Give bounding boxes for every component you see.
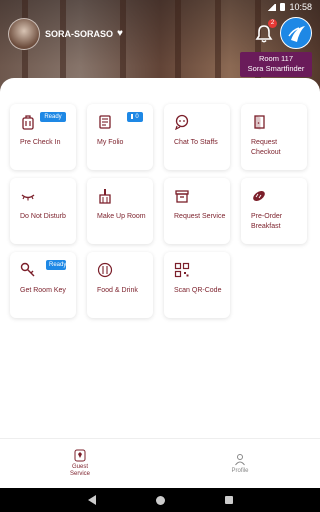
tile-request-checkout[interactable]: Request Checkout — [241, 104, 307, 170]
signal-icon — [267, 3, 277, 11]
tile-pre-check-in[interactable]: Ready Pre Check In — [10, 104, 76, 170]
broom-icon — [99, 189, 111, 204]
closed-eye-icon — [21, 194, 35, 201]
tile-label: Pre Check In — [20, 139, 61, 146]
tile-chat-to-staffs[interactable]: Chat To Staffs — [164, 104, 230, 170]
bread-icon — [253, 191, 265, 201]
bottom-nav: Guest Service Profile — [0, 438, 320, 488]
qr-icon — [174, 262, 190, 278]
hotel-name-row[interactable]: SORA-SORASO ♥ — [45, 28, 123, 39]
service-box-icon — [175, 190, 189, 203]
tile-label: Request Service — [174, 213, 226, 220]
tile-label: Do Not Disturb — [20, 213, 66, 220]
tile-scan-qr-code[interactable]: Scan QR-Code — [164, 252, 230, 318]
door-icon — [254, 115, 265, 130]
folio-count-badge: 0 — [127, 112, 143, 122]
tile-label: Scan QR-Code — [174, 287, 222, 294]
tile-label: My Folio — [97, 139, 124, 146]
nav-label: Guest Service — [69, 464, 90, 477]
clock: 10:58 — [289, 2, 312, 12]
hotel-name: SORA-SORASO — [45, 28, 114, 39]
brand-logo[interactable] — [280, 17, 312, 49]
ready-badge: Ready — [40, 112, 66, 122]
notification-badge: 2 — [268, 19, 277, 28]
cutlery-icon — [97, 262, 113, 278]
heart-icon[interactable]: ♥ — [117, 28, 123, 39]
tile-food-drink[interactable]: Food & Drink — [87, 252, 153, 318]
battery-icon — [280, 3, 286, 11]
nav-label: Profile — [231, 467, 249, 474]
tile-label: Make Up Room — [97, 213, 146, 220]
card-icon — [131, 113, 134, 119]
key-icon — [20, 262, 35, 277]
nav-guest-service[interactable]: Guest Service — [0, 439, 160, 488]
tile-my-folio[interactable]: 0 My Folio — [87, 104, 153, 170]
tile-pre-order-breakfast[interactable]: Pre-Order Breakfast — [241, 178, 307, 244]
folio-count: 0 — [135, 114, 139, 120]
home-icon[interactable] — [155, 495, 165, 505]
tile-make-up-room[interactable]: Make Up Room — [87, 178, 153, 244]
status-bar: 10:58 — [0, 0, 320, 14]
chat-icon — [175, 114, 189, 130]
tile-label: Get Room Key — [20, 287, 66, 294]
ready-badge: Ready — [46, 260, 66, 270]
guest-service-icon — [74, 449, 86, 462]
tile-label: Chat To Staffs — [174, 139, 218, 146]
tile-get-room-key[interactable]: Ready Get Room Key — [10, 252, 76, 318]
room-tag[interactable]: Room 117 Sora Smartfinder — [240, 52, 312, 77]
system-nav-bar — [0, 488, 320, 512]
recent-apps-icon[interactable] — [224, 496, 233, 504]
tile-do-not-disturb[interactable]: Do Not Disturb — [10, 178, 76, 244]
tile-label: Request Checkout — [251, 139, 281, 156]
tile-label: Food & Drink — [97, 287, 138, 294]
tile-request-service[interactable]: Request Service — [164, 178, 230, 244]
profile-icon — [235, 453, 245, 465]
back-icon[interactable] — [87, 495, 96, 505]
room-subtitle: Sora Smartfinder — [247, 64, 305, 73]
tile-label: Pre-Order Breakfast — [251, 213, 283, 230]
services-sheet: Ready Pre Check In 0 My Folio Chat To St… — [0, 78, 320, 438]
luggage-icon — [22, 115, 34, 130]
hotel-logo[interactable] — [8, 18, 40, 50]
receipt-icon — [99, 115, 111, 129]
nav-profile[interactable]: Profile — [160, 439, 320, 488]
brand-swirl-icon — [288, 26, 305, 42]
room-number: Room 117 — [258, 54, 294, 63]
